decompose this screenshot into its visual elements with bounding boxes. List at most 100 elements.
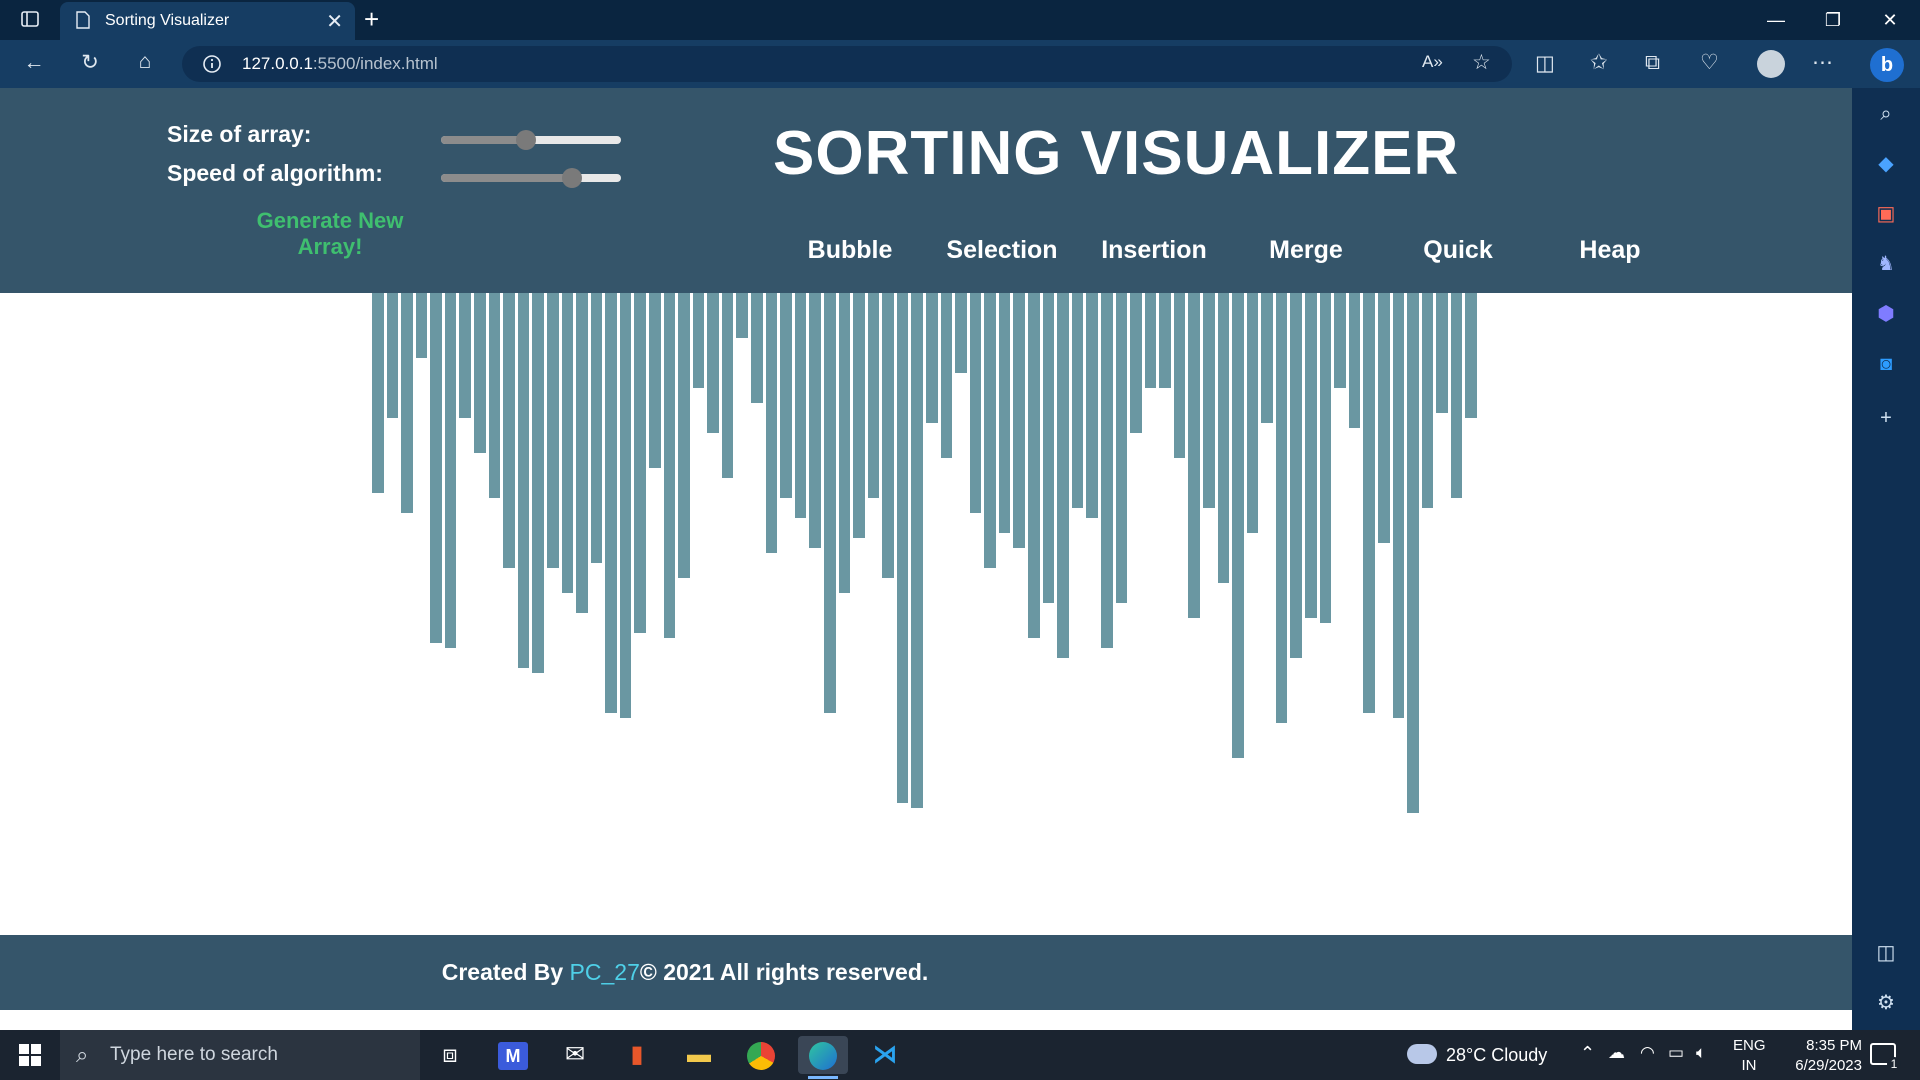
edge-browser-icon[interactable] (798, 1036, 848, 1074)
back-icon[interactable]: ← (22, 52, 46, 73)
array-bar (634, 293, 646, 633)
url-host: 127.0.0.1 (242, 54, 313, 73)
array-bar (1348, 293, 1361, 428)
algo-button-merge[interactable]: Merge (1236, 236, 1376, 265)
outlook-icon[interactable]: ◙ (1873, 351, 1899, 377)
tools-icon[interactable]: ▣ (1873, 201, 1899, 227)
array-bar (386, 293, 399, 418)
start-button[interactable] (18, 1043, 42, 1067)
slider-thumb[interactable] (562, 168, 583, 188)
more-options-icon[interactable]: ⋯ (1812, 52, 1833, 73)
task-view-icon[interactable]: ⧈ (425, 1036, 475, 1074)
refresh-icon[interactable]: ↻ (78, 52, 102, 73)
file-explorer-icon[interactable]: ▬ (674, 1036, 724, 1074)
array-bar (663, 293, 676, 638)
add-sidebar-app-icon[interactable]: + (1873, 405, 1899, 431)
array-bar (867, 293, 880, 498)
array-bar (678, 293, 690, 578)
new-tab-button[interactable]: + (364, 4, 379, 34)
games-icon[interactable]: ♞ (1873, 251, 1899, 277)
array-bar (1042, 293, 1055, 603)
array-bar (1013, 293, 1026, 548)
favorites-icon[interactable]: ✩ (1590, 52, 1608, 73)
weather-text[interactable]: 28°C Cloudy (1446, 1045, 1547, 1066)
wifi-icon[interactable]: ◠ (1640, 1043, 1655, 1063)
url-path: :5500/index.html (312, 54, 438, 73)
array-bar (503, 293, 515, 568)
array-bar (1319, 293, 1332, 623)
minimize-button[interactable]: — (1748, 0, 1804, 40)
tab-actions-icon[interactable] (18, 9, 42, 31)
array-bar (1261, 293, 1273, 423)
lang-bottom: IN (1741, 1057, 1757, 1074)
array-bar (998, 293, 1011, 533)
restore-button[interactable]: ❐ (1805, 0, 1861, 40)
app-m-icon[interactable]: M (488, 1036, 538, 1074)
show-hidden-icons[interactable]: ⌃ (1580, 1043, 1595, 1064)
array-bar (765, 293, 778, 553)
volume-icon[interactable]: 🔈︎ (1696, 1043, 1706, 1063)
chrome-icon[interactable] (736, 1036, 786, 1074)
office-icon[interactable]: ▮ (612, 1036, 662, 1074)
array-bar (1334, 293, 1346, 388)
profile-avatar[interactable] (1757, 50, 1785, 78)
taskbar-search[interactable]: ⌕ Type here to search (60, 1030, 420, 1080)
algo-button-heap[interactable]: Heap (1540, 236, 1680, 265)
clock[interactable]: 8:35 PM 6/29/2023 (1772, 1036, 1862, 1076)
settings-gear-icon[interactable]: ⚙ (1873, 990, 1899, 1016)
mail-icon[interactable]: ✉ (550, 1036, 600, 1074)
vscode-icon[interactable]: ⋊ (860, 1036, 910, 1074)
array-bar (707, 293, 719, 433)
browser-tab-bar: Sorting Visualizer ✕ + — ❐ ✕ (0, 0, 1920, 40)
array-size-label: Size of array: (167, 121, 312, 147)
array-bar (488, 293, 501, 498)
performance-icon[interactable]: ♡ (1700, 52, 1719, 73)
array-bar (1071, 293, 1084, 508)
array-bar (780, 293, 792, 498)
onedrive-icon[interactable]: ☁ (1608, 1043, 1625, 1063)
collections-icon[interactable]: ⧉ (1645, 52, 1660, 73)
array-bar (692, 293, 705, 388)
home-icon[interactable]: ⌂ (132, 51, 158, 72)
search-icon[interactable]: ⌕ (1873, 101, 1899, 127)
language-indicator[interactable]: ENG IN (1733, 1036, 1766, 1076)
copilot-icon[interactable]: b (1870, 48, 1904, 82)
array-bar (430, 293, 442, 643)
clock-date: 6/29/2023 (1795, 1057, 1862, 1074)
hide-sidebar-icon[interactable]: ◫ (1873, 940, 1899, 966)
array-bar (1130, 293, 1142, 433)
split-screen-icon[interactable]: ◫ (1535, 53, 1555, 74)
site-info-icon[interactable] (202, 54, 222, 74)
tab-title: Sorting Visualizer (105, 12, 230, 29)
array-bar (853, 293, 865, 538)
browser-tab[interactable]: Sorting Visualizer ✕ (60, 2, 355, 40)
array-bar (823, 293, 836, 713)
close-tab-icon[interactable]: ✕ (326, 9, 343, 34)
url-field[interactable]: 127.0.0.1:5500/index.html A» ☆ (182, 46, 1512, 82)
weather-cloud-icon[interactable] (1407, 1044, 1437, 1064)
array-bar (794, 293, 807, 518)
battery-icon[interactable]: ▭ (1668, 1043, 1684, 1063)
author-link[interactable]: PC_27 (570, 959, 640, 985)
algo-button-bubble[interactable]: Bubble (780, 236, 920, 265)
algo-button-selection[interactable]: Selection (932, 236, 1072, 265)
array-bar (1100, 293, 1113, 648)
algo-button-insertion[interactable]: Insertion (1084, 236, 1224, 265)
array-bar (576, 293, 588, 613)
close-window-button[interactable]: ✕ (1862, 0, 1918, 40)
shopping-tag-icon[interactable]: ◆ (1873, 151, 1899, 177)
slider-thumb[interactable] (515, 130, 536, 150)
active-app-indicator (808, 1076, 838, 1079)
algo-button-quick[interactable]: Quick (1388, 236, 1528, 265)
microsoft-365-icon[interactable]: ⬢ (1873, 301, 1899, 327)
array-bar (474, 293, 486, 453)
array-size-slider[interactable] (441, 130, 621, 150)
array-bar (1290, 293, 1303, 658)
array-bar (415, 293, 428, 358)
speed-slider[interactable] (441, 168, 621, 188)
read-aloud-icon[interactable]: A» (1422, 53, 1443, 70)
favorite-star-icon[interactable]: ☆ (1472, 52, 1491, 73)
array-bar (721, 293, 734, 478)
generate-array-button[interactable]: Generate New Array! (240, 208, 420, 260)
array-bar (1465, 293, 1477, 418)
